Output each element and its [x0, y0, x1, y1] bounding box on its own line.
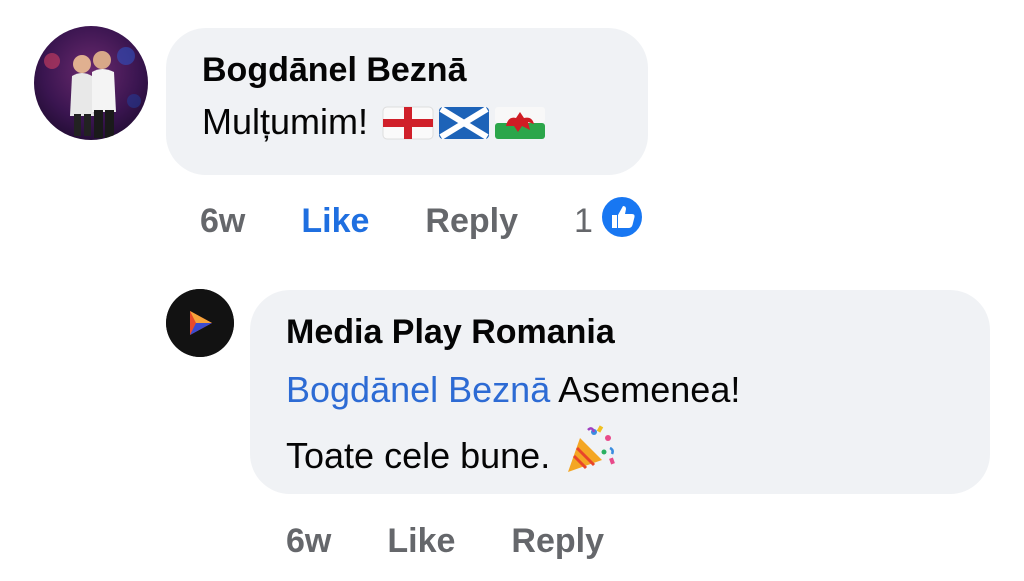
avatar[interactable] — [34, 26, 148, 140]
england-flag-icon — [382, 104, 434, 152]
comment-text: Mulțumim! — [202, 98, 612, 152]
scotland-flag-icon — [438, 104, 490, 152]
like-reaction-icon — [599, 194, 645, 249]
comment-author[interactable]: Bogdānel Beznā — [202, 50, 612, 90]
reaction-summary[interactable]: 1 — [574, 194, 645, 249]
comment-time[interactable]: 6w — [286, 522, 331, 561]
comment-bubble: Media Play Romania Bogdānel Beznā Asemen… — [250, 290, 990, 494]
wales-flag-icon — [494, 104, 546, 152]
party-popper-icon — [564, 424, 616, 488]
mention-link[interactable]: Bogdānel Beznā — [286, 369, 550, 410]
avatar[interactable] — [166, 289, 234, 357]
comment-bubble: Bogdānel Beznā Mulțumim! — [166, 28, 648, 175]
comment-actions: 6w Like Reply — [286, 516, 604, 566]
comment-actions: 6w Like Reply 1 — [200, 194, 645, 249]
reaction-count: 1 — [574, 201, 593, 240]
comment-text: Toate cele bune. — [286, 424, 954, 488]
comment-text-line1: Asemenea! — [558, 369, 741, 410]
comment-text-line2: Toate cele bune. — [286, 435, 551, 476]
like-button[interactable]: Like — [301, 202, 369, 241]
comment-text: Bogdānel Beznā Asemenea! — [286, 366, 954, 414]
comment-text-body: Mulțumim! — [202, 101, 369, 142]
reply-button[interactable]: Reply — [511, 522, 604, 561]
like-button[interactable]: Like — [387, 522, 455, 561]
comment-author[interactable]: Media Play Romania — [286, 312, 954, 352]
comment-time[interactable]: 6w — [200, 202, 245, 241]
reply-button[interactable]: Reply — [425, 202, 518, 241]
